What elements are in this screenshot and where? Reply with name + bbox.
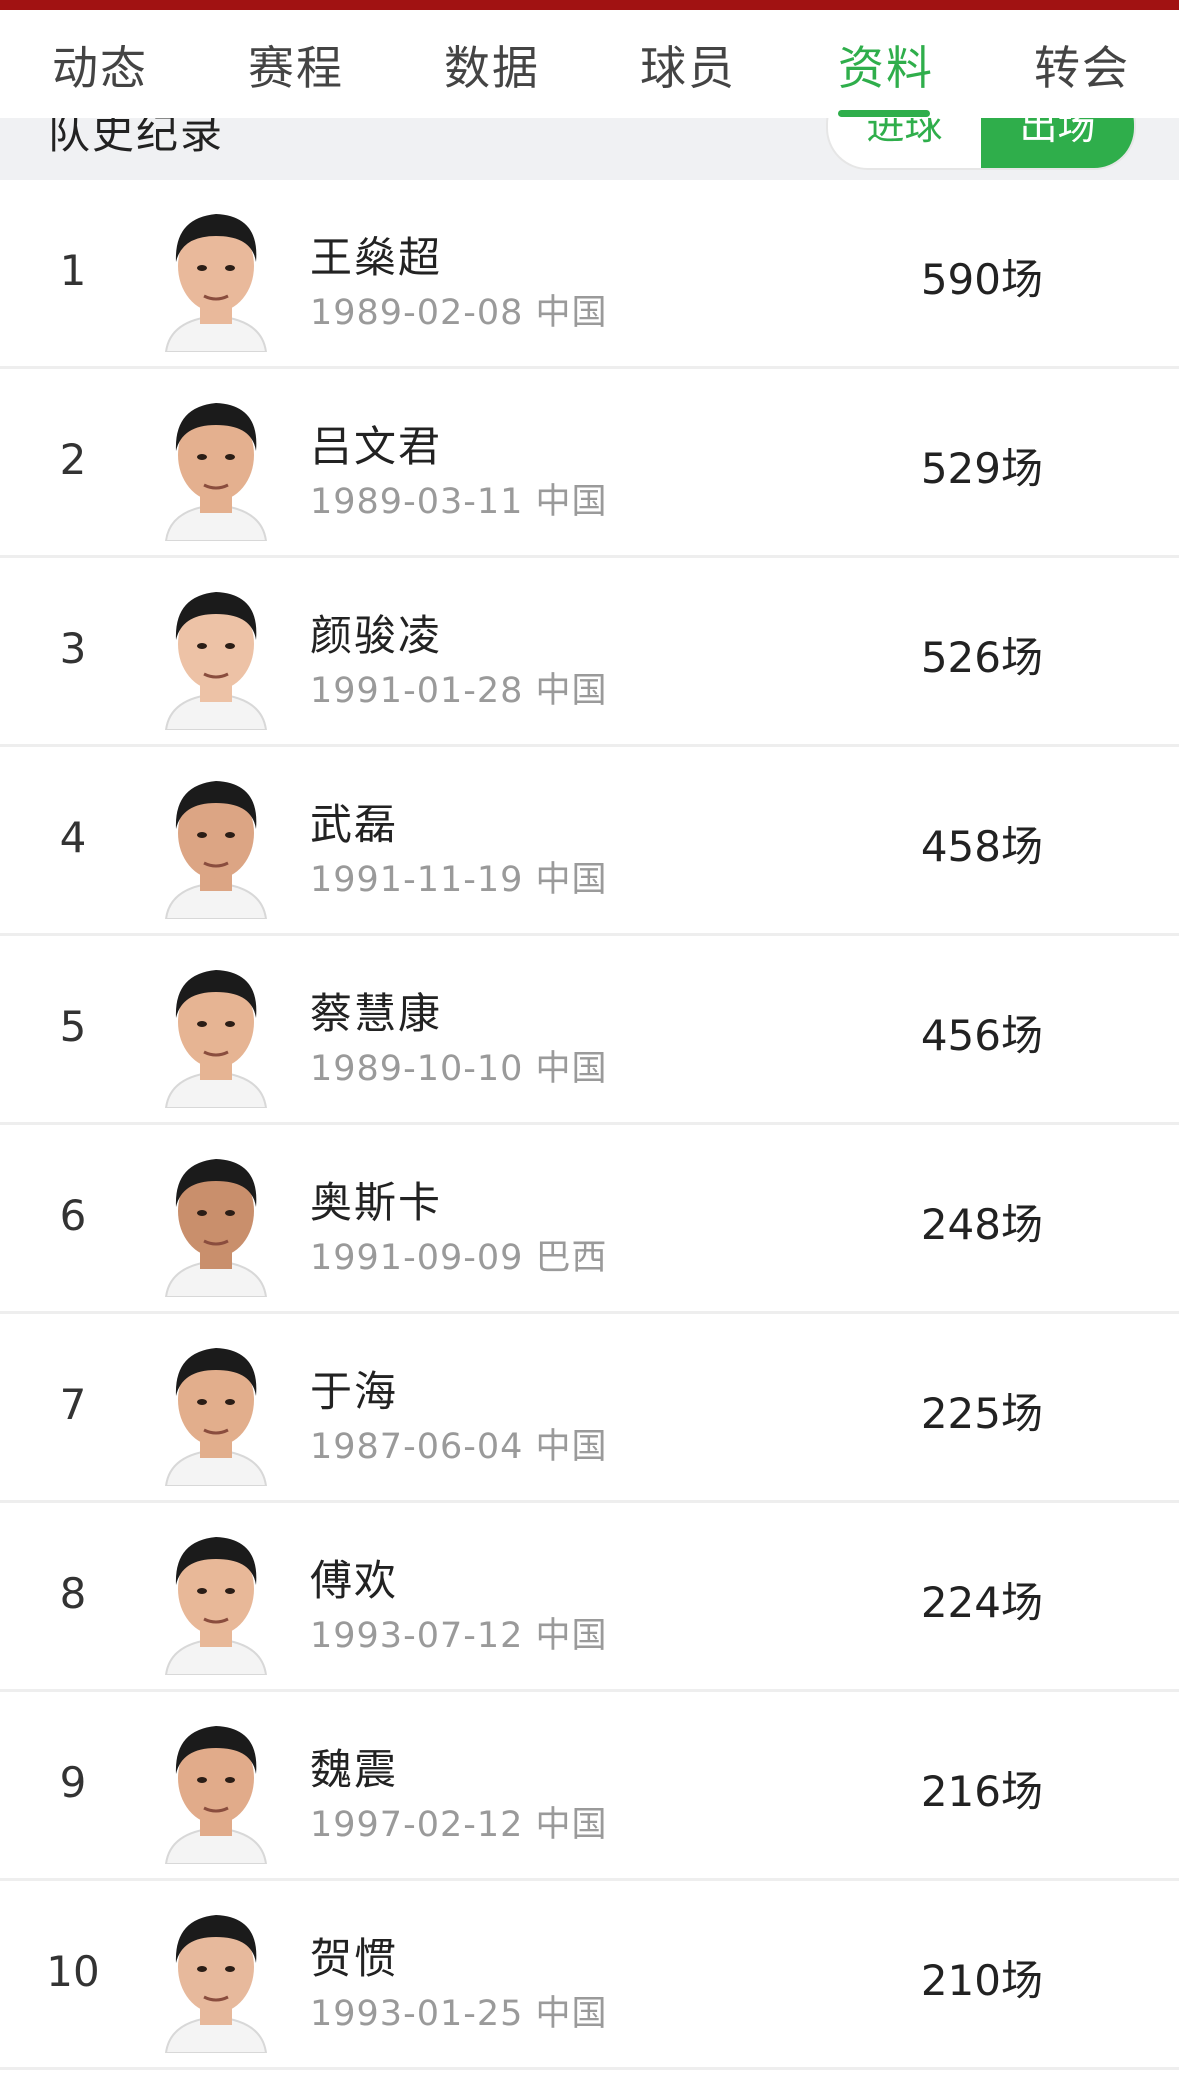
tab-news[interactable]: 动态 xyxy=(52,32,148,98)
rank-number: 10 xyxy=(46,1947,100,1996)
player-row[interactable]: 9 魏震 1997-02-12 中国 216场 xyxy=(0,1692,1179,1881)
player-birth-country: 1987-06-04 中国 xyxy=(310,1418,608,1469)
player-name: 傅欢 xyxy=(310,1556,399,1605)
rank-number: 1 xyxy=(59,246,87,295)
rank-number: 9 xyxy=(59,1758,87,1807)
player-row[interactable]: 5 蔡慧康 1989-10-10 中国 456场 xyxy=(0,936,1179,1125)
player-avatar xyxy=(164,781,268,919)
player-birth-country: 1993-07-12 中国 xyxy=(310,1607,608,1658)
record-type-toggle: 进球 出场 xyxy=(826,118,1136,170)
tab-schedule[interactable]: 赛程 xyxy=(248,32,344,98)
appearances-count: 456场 xyxy=(920,1011,1043,1060)
player-avatar xyxy=(164,403,268,541)
player-row[interactable]: 6 奥斯卡 1991-09-09 巴西 248场 xyxy=(0,1125,1179,1314)
player-birthdate: 1989-03-11 xyxy=(310,482,524,522)
appearances-count: 248场 xyxy=(920,1200,1043,1249)
player-birthdate: 1993-07-12 xyxy=(310,1616,524,1656)
player-birth-country: 1991-09-09 巴西 xyxy=(310,1229,608,1280)
section-header: 队史纪录 进球 出场 xyxy=(0,118,1179,180)
player-name: 贺惯 xyxy=(310,1934,399,1983)
player-row[interactable]: 3 颜骏凌 1991-01-28 中国 526场 xyxy=(0,558,1179,747)
rank-number: 8 xyxy=(59,1569,87,1618)
rank-number: 3 xyxy=(59,624,87,673)
player-birthdate: 1991-01-28 xyxy=(310,671,524,711)
player-country: 中国 xyxy=(535,1427,608,1467)
player-birthdate: 1991-09-09 xyxy=(310,1238,524,1278)
player-name: 魏震 xyxy=(310,1745,399,1794)
player-birth-country: 1991-11-19 中国 xyxy=(310,851,608,902)
player-row[interactable]: 8 傅欢 1993-07-12 中国 224场 xyxy=(0,1503,1179,1692)
player-name: 王燊超 xyxy=(310,233,443,282)
player-birthdate: 1989-10-10 xyxy=(310,1049,524,1089)
appearances-count: 210场 xyxy=(920,1956,1043,2005)
player-name: 奥斯卡 xyxy=(310,1178,443,1227)
tab-players[interactable]: 球员 xyxy=(640,32,736,98)
tab-bar: 动态 赛程 数据 球员 资料 转会 xyxy=(0,10,1179,118)
appearances-count: 224场 xyxy=(920,1578,1043,1627)
player-name: 于海 xyxy=(310,1367,399,1416)
player-birthdate: 1991-11-19 xyxy=(310,860,524,900)
player-name: 吕文君 xyxy=(310,422,443,471)
appearances-count: 216场 xyxy=(920,1767,1043,1816)
appearances-count: 458场 xyxy=(920,822,1043,871)
appearances-count: 526场 xyxy=(920,633,1043,682)
player-row[interactable]: 4 武磊 1991-11-19 中国 458场 xyxy=(0,747,1179,936)
player-birth-country: 1997-02-12 中国 xyxy=(310,1796,608,1847)
player-avatar xyxy=(164,970,268,1108)
player-country: 中国 xyxy=(535,1049,608,1089)
player-country: 巴西 xyxy=(535,1238,608,1278)
player-birthdate: 1989-02-08 xyxy=(310,293,524,333)
player-record-list: 1 王燊超 1989-02-08 中国 590场 2 吕文君 1989-03-1… xyxy=(0,180,1179,2070)
rank-number: 6 xyxy=(59,1191,87,1240)
player-avatar xyxy=(164,1726,268,1864)
player-birth-country: 1989-03-11 中国 xyxy=(310,473,608,524)
player-country: 中国 xyxy=(535,1994,608,2034)
appearances-count: 225场 xyxy=(920,1389,1043,1438)
rank-number: 5 xyxy=(59,1002,87,1051)
active-tab-indicator xyxy=(838,110,930,117)
player-name: 蔡慧康 xyxy=(310,989,443,1038)
player-country: 中国 xyxy=(535,1805,608,1845)
rank-number: 4 xyxy=(59,813,87,862)
player-avatar xyxy=(164,1348,268,1486)
appearances-count: 590场 xyxy=(920,255,1043,304)
player-birth-country: 1993-01-25 中国 xyxy=(310,1985,608,2036)
player-row[interactable]: 2 吕文君 1989-03-11 中国 529场 xyxy=(0,369,1179,558)
player-birthdate: 1987-06-04 xyxy=(310,1427,524,1467)
appearances-count: 529场 xyxy=(920,444,1043,493)
toggle-goals[interactable]: 进球 xyxy=(828,118,981,168)
rank-number: 2 xyxy=(59,435,87,484)
tab-transfers[interactable]: 转会 xyxy=(1034,32,1130,98)
section-title: 队史纪录 xyxy=(48,118,225,158)
player-birth-country: 1991-01-28 中国 xyxy=(310,662,608,713)
player-country: 中国 xyxy=(535,293,608,333)
rank-number: 7 xyxy=(59,1380,87,1429)
player-avatar xyxy=(164,1537,268,1675)
player-country: 中国 xyxy=(535,482,608,522)
player-row[interactable]: 1 王燊超 1989-02-08 中国 590场 xyxy=(0,180,1179,369)
player-birthdate: 1993-01-25 xyxy=(310,1994,524,2034)
player-avatar xyxy=(164,1159,268,1297)
toggle-appearances[interactable]: 出场 xyxy=(981,118,1134,168)
player-avatar xyxy=(164,592,268,730)
player-name: 武磊 xyxy=(310,800,399,849)
player-birthdate: 1997-02-12 xyxy=(310,1805,524,1845)
tab-stats[interactable]: 数据 xyxy=(444,32,540,98)
player-country: 中国 xyxy=(535,1616,608,1656)
player-name: 颜骏凌 xyxy=(310,611,443,660)
player-country: 中国 xyxy=(535,860,608,900)
player-avatar xyxy=(164,1915,268,2053)
player-row[interactable]: 10 贺惯 1993-01-25 中国 210场 xyxy=(0,1881,1179,2070)
player-avatar xyxy=(164,214,268,352)
player-birth-country: 1989-02-08 中国 xyxy=(310,284,608,335)
player-birth-country: 1989-10-10 中国 xyxy=(310,1040,608,1091)
top-color-bar xyxy=(0,0,1179,10)
player-row[interactable]: 7 于海 1987-06-04 中国 225场 xyxy=(0,1314,1179,1503)
tab-info[interactable]: 资料 xyxy=(838,32,934,98)
player-country: 中国 xyxy=(535,671,608,711)
